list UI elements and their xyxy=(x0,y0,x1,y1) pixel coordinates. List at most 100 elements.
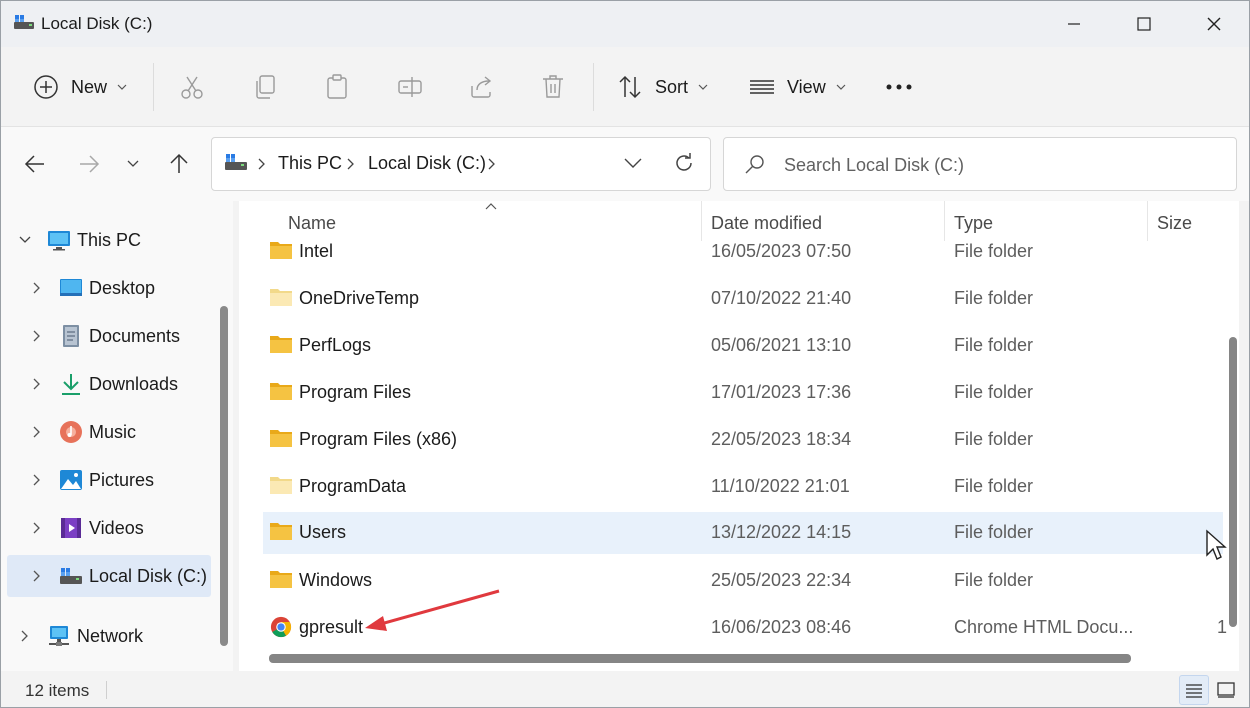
close-button[interactable] xyxy=(1179,1,1249,47)
sidebar-item-videos[interactable]: Videos xyxy=(7,507,211,549)
address-bar[interactable]: This PC Local Disk (C:) xyxy=(211,137,711,191)
maximize-button[interactable] xyxy=(1109,1,1179,47)
sort-label: Sort xyxy=(655,76,689,97)
chevron-right-icon[interactable] xyxy=(33,522,41,534)
file-date: 16/06/2023 08:46 xyxy=(711,617,852,637)
chevron-right-icon xyxy=(347,158,354,170)
chevron-right-icon[interactable] xyxy=(33,282,41,294)
sidebar-item-documents[interactable]: Documents xyxy=(7,315,211,357)
view-button[interactable]: View xyxy=(749,67,846,107)
cut-button[interactable] xyxy=(179,67,205,107)
vertical-scrollbar[interactable] xyxy=(1229,337,1237,627)
chevron-right-icon[interactable] xyxy=(33,378,41,390)
sidebar-item-label: Documents xyxy=(89,326,181,346)
forward-button[interactable] xyxy=(71,147,107,181)
file-name: Intel xyxy=(299,241,334,261)
folder-icon xyxy=(270,289,292,306)
share-button[interactable] xyxy=(469,67,495,107)
pictures-icon xyxy=(60,470,82,490)
copy-icon xyxy=(256,75,275,99)
more-options-button[interactable] xyxy=(885,67,913,107)
chevron-right-icon[interactable] xyxy=(33,474,41,486)
horizontal-scrollbar[interactable] xyxy=(269,654,1131,663)
sidebar-item-pictures[interactable]: Pictures xyxy=(7,459,211,501)
file-date: 25/05/2023 22:34 xyxy=(711,570,852,590)
back-button[interactable] xyxy=(17,147,53,181)
sidebar-item-this-pc[interactable]: This PC xyxy=(7,219,211,261)
desktop-icon xyxy=(60,279,82,296)
status-divider xyxy=(106,681,107,699)
music-icon xyxy=(60,421,82,443)
drive-icon xyxy=(14,15,34,29)
file-type: File folder xyxy=(954,476,1034,496)
computer-icon xyxy=(48,231,70,251)
download-icon xyxy=(62,374,80,395)
chevron-right-icon[interactable] xyxy=(33,570,41,582)
folder-icon xyxy=(270,477,292,494)
sort-button[interactable]: Sort xyxy=(617,67,708,107)
chevron-down-icon xyxy=(698,84,708,90)
arrow-left-icon xyxy=(24,155,44,173)
sort-icon xyxy=(619,75,641,99)
toolbar-divider xyxy=(593,63,594,111)
view-lines-icon xyxy=(750,80,774,94)
rename-button[interactable] xyxy=(397,67,423,107)
up-button[interactable] xyxy=(161,147,197,181)
view-label: View xyxy=(787,76,826,97)
drive-icon xyxy=(225,154,247,170)
sidebar-item-label: Downloads xyxy=(89,374,179,394)
details-view-icon xyxy=(1186,684,1202,698)
search-box[interactable]: Search Local Disk (C:) xyxy=(723,137,1237,191)
rename-icon xyxy=(398,77,422,97)
chevron-right-icon[interactable] xyxy=(33,426,41,438)
chevron-down-icon[interactable] xyxy=(19,236,31,244)
file-date: 07/10/2022 21:40 xyxy=(711,288,852,308)
delete-button[interactable] xyxy=(541,67,565,107)
file-date: 11/10/2022 21:01 xyxy=(711,476,850,496)
sidebar-item-desktop[interactable]: Desktop xyxy=(7,267,211,309)
trash-icon xyxy=(543,75,563,98)
table-row[interactable]: Users 13/12/2022 14:15 File folder xyxy=(263,512,1223,554)
sidebar-item-label: Videos xyxy=(89,518,144,538)
sidebar-scrollbar[interactable] xyxy=(220,306,228,646)
documents-icon xyxy=(63,325,79,347)
sidebar-item-downloads[interactable]: Downloads xyxy=(7,363,211,405)
paste-button[interactable] xyxy=(325,67,349,107)
navigation-row: This PC Local Disk (C:) Search Local Dis… xyxy=(1,127,1249,201)
arrow-right-icon xyxy=(80,155,100,173)
sidebar-item-label: Music xyxy=(89,422,137,442)
sidebar-item-label: Pictures xyxy=(89,470,155,490)
folder-icon xyxy=(270,242,292,259)
new-button[interactable]: New xyxy=(33,67,127,107)
breadcrumb-local-disk[interactable]: Local Disk (C:) xyxy=(368,153,486,174)
sidebar-item-local-disk[interactable]: Local Disk (C:) xyxy=(7,555,211,597)
videos-icon xyxy=(61,518,81,538)
minimize-button[interactable] xyxy=(1039,1,1109,47)
table-row[interactable]: Intel 16/05/2023 07:50 File folder xyxy=(263,231,1223,273)
sidebar-item-network[interactable]: Network xyxy=(7,615,211,657)
table-row[interactable]: Program Files 17/01/2023 17:36 File fold… xyxy=(263,372,1223,414)
copy-button[interactable] xyxy=(253,67,277,107)
file-type: File folder xyxy=(954,335,1034,355)
table-row[interactable]: Program Files (x86) 22/05/2023 18:34 Fil… xyxy=(263,419,1223,461)
toolbar-divider xyxy=(153,63,154,111)
file-name: Users xyxy=(299,522,347,542)
refresh-icon[interactable] xyxy=(673,152,695,174)
details-view-button[interactable] xyxy=(1179,675,1209,705)
breadcrumb-this-pc[interactable]: This PC xyxy=(278,153,342,174)
title-bar: Local Disk (C:) xyxy=(1,1,1249,47)
chevron-right-icon[interactable] xyxy=(33,330,41,342)
file-type: File folder xyxy=(954,382,1034,402)
chevron-right-icon[interactable] xyxy=(21,630,29,642)
file-type: File folder xyxy=(954,522,1034,542)
sidebar-item-label: Network xyxy=(77,626,144,646)
sidebar-item-music[interactable]: Music xyxy=(7,411,211,453)
table-row[interactable]: ProgramData 11/10/2022 21:01 File folder xyxy=(263,466,1223,508)
tiles-view-button[interactable] xyxy=(1211,675,1241,705)
address-history-chevron-icon[interactable] xyxy=(624,158,642,168)
table-row[interactable]: PerfLogs 05/06/2021 13:10 File folder xyxy=(263,325,1223,367)
chevron-right-icon xyxy=(258,158,265,170)
command-bar: New Sort View xyxy=(1,47,1249,127)
table-row[interactable]: OneDriveTemp 07/10/2022 21:40 File folde… xyxy=(263,278,1223,320)
recent-locations-button[interactable] xyxy=(115,147,151,181)
